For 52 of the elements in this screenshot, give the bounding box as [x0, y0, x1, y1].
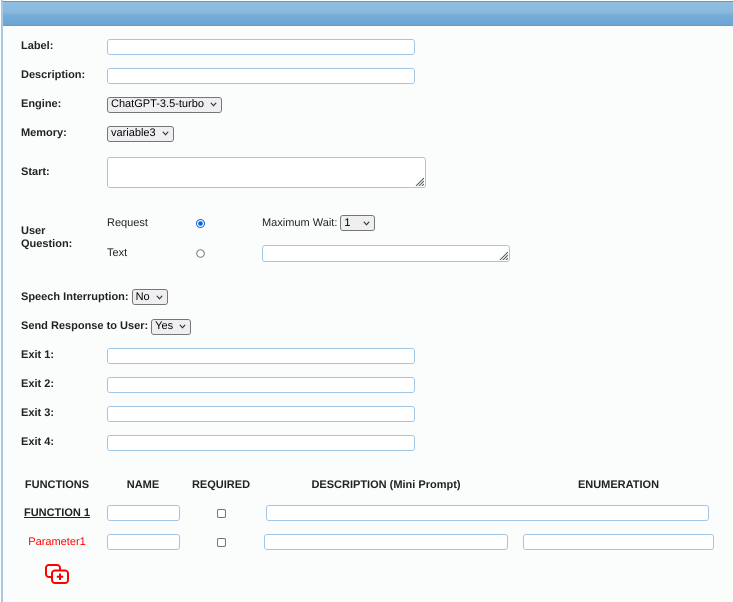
radio-button[interactable]: [196, 218, 205, 228]
checkbox[interactable]: [216, 538, 226, 546]
field-label: Description:: [21, 68, 86, 84]
column-header: ENUMERATION: [578, 478, 660, 493]
option-label: Text: [107, 246, 128, 261]
field-label: Send Response to User:: [21, 319, 148, 334]
text-input[interactable]: [107, 434, 415, 450]
chevron-down-icon: [363, 220, 370, 226]
description-input[interactable]: [266, 505, 709, 521]
field-label: Engine:: [21, 97, 62, 112]
field-label: Exit 2:: [21, 377, 56, 392]
text-input[interactable]: [107, 348, 415, 364]
field-label: Exit 1:: [21, 348, 56, 364]
field-label: User Question:: [21, 225, 74, 251]
name-input[interactable]: [106, 534, 180, 550]
column-header: DESCRIPTION (Mini Prompt): [311, 478, 461, 493]
field-label: Speech Interruption:: [21, 290, 129, 305]
text-area[interactable]: [262, 244, 510, 262]
field-label: Exit 3:: [21, 406, 56, 422]
text-area[interactable]: [107, 157, 426, 188]
dropdown-select[interactable]: 1: [340, 215, 376, 231]
add-icon[interactable]: [45, 564, 69, 584]
field-label: Maximum Wait:: [262, 216, 338, 231]
checkbox[interactable]: [216, 508, 226, 518]
radio-button[interactable]: [196, 248, 205, 258]
chevron-down-icon: [179, 324, 186, 329]
text-input[interactable]: [107, 406, 415, 422]
dropdown-select[interactable]: Yes: [151, 318, 192, 334]
function-link[interactable]: FUNCTION 1: [24, 504, 90, 522]
parameter-label: Parameter1: [28, 534, 86, 550]
option-label: Request: [107, 216, 149, 231]
column-header: NAME: [126, 478, 160, 493]
chevron-down-icon: [156, 294, 163, 300]
field-label: Memory:: [21, 126, 68, 142]
text-input[interactable]: [107, 68, 415, 84]
description-input[interactable]: [264, 534, 508, 550]
enumeration-input[interactable]: [523, 534, 714, 550]
resize-grip-icon: [499, 250, 508, 260]
text-input[interactable]: [107, 38, 415, 54]
chevron-down-icon: [162, 131, 169, 136]
column-header: REQUIRED: [192, 478, 250, 493]
field-label: Start:: [21, 165, 51, 180]
dropdown-select[interactable]: ChatGPT-3.5-turbo: [107, 96, 222, 112]
field-label: Label:: [21, 39, 54, 54]
text-input[interactable]: [107, 376, 415, 392]
dropdown-select[interactable]: variable3: [107, 126, 174, 142]
dropdown-select[interactable]: No: [132, 289, 168, 305]
resize-grip-icon: [415, 177, 424, 186]
chevron-down-icon: [210, 102, 217, 107]
column-header: FUNCTIONS: [24, 478, 90, 493]
field-label: Exit 4:: [21, 435, 56, 450]
name-input[interactable]: [106, 505, 180, 521]
